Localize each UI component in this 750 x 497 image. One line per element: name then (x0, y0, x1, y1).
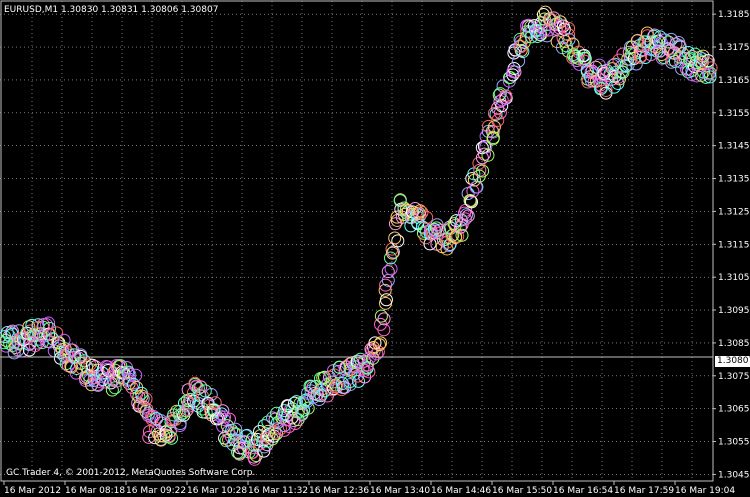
current-price-tag: 1.30807 (715, 356, 750, 367)
price-tick-label: 1.31050 (718, 273, 750, 283)
price-tick-label: 1.30650 (718, 405, 750, 415)
time-tick-label: 16 Mar 13:40 (370, 486, 430, 496)
price-tick-label: 1.31850 (718, 10, 750, 20)
price-tick-label: 1.30450 (718, 470, 750, 480)
time-tick-label: 16 Mar 12:36 (309, 486, 369, 496)
time-tick-label: 16 Mar 2012 (4, 486, 61, 496)
time-tick-label: 16 Mar 19:04 (675, 486, 735, 496)
time-tick-label: 16 Mar 10:28 (187, 486, 247, 496)
price-tick-label: 1.30550 (718, 438, 750, 448)
price-tick-label: 1.31350 (718, 175, 750, 185)
chart-background (0, 0, 750, 497)
price-tick-label: 1.30950 (718, 306, 750, 316)
price-tick-label: 1.30850 (718, 339, 750, 349)
symbol-info-label: EURUSD,M1 1.30830 1.30831 1.30806 1.3080… (4, 5, 219, 15)
price-tick-label: 1.31150 (718, 240, 750, 250)
time-tick-label: 16 Mar 14:46 (431, 486, 491, 496)
time-tick-label: 16 Mar 16:54 (553, 486, 613, 496)
price-axis: 1.31850 1.31750 1.31650 1.31550 1.31450 1.313… (713, 10, 750, 480)
price-tick-label: 1.31550 (718, 109, 750, 119)
copyright-label: GC Trader 4, © 2001-2012, MetaQuotes Sof… (6, 468, 256, 478)
price-tick-label: 1.31450 (718, 142, 750, 152)
price-tick-label: 1.30750 (718, 372, 750, 382)
time-tick-label: 16 Mar 15:50 (492, 486, 552, 496)
price-tick-label: 1.31250 (718, 207, 750, 217)
time-tick-label: 16 Mar 11:32 (248, 486, 308, 496)
price-tick-label: 1.31650 (718, 76, 750, 86)
time-tick-label: 16 Mar 09:22 (126, 486, 186, 496)
time-tick-label: 16 Mar 08:18 (65, 486, 125, 496)
price-chart[interactable]: 1.31850 1.31750 1.31650 1.31550 1.31450 1.313… (0, 0, 750, 497)
price-tick-label: 1.31750 (718, 43, 750, 53)
time-tick-label: 16 Mar 17:59 (614, 486, 674, 496)
